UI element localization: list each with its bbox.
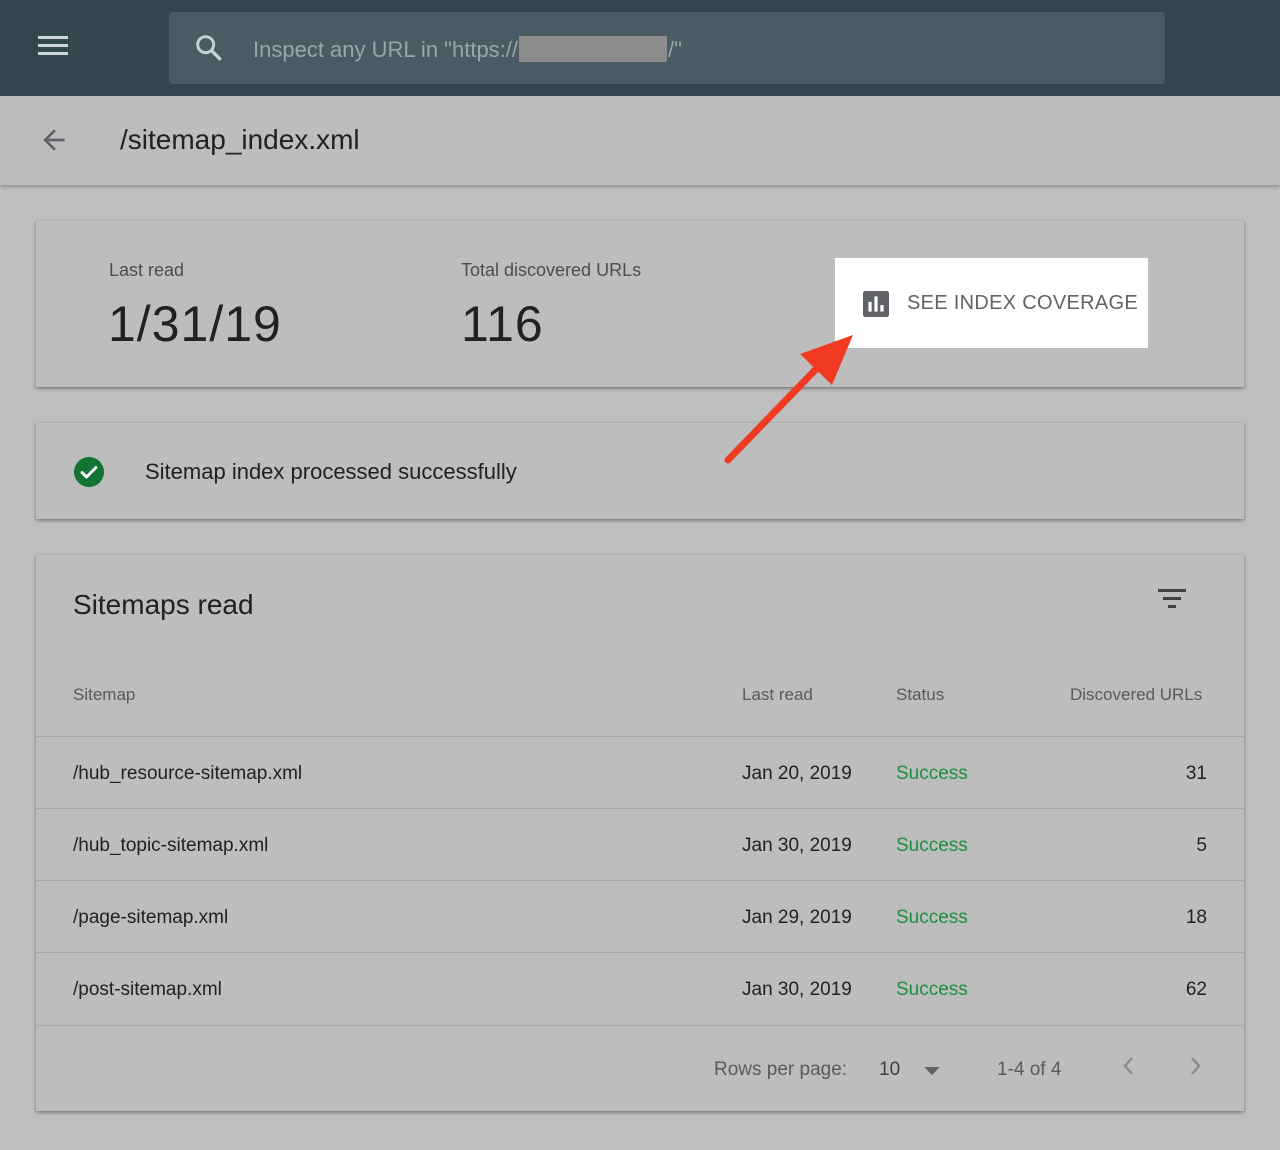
urls-cell: 31 xyxy=(1185,763,1207,784)
summary-card: Last read 1/31/19 Total discovered URLs … xyxy=(36,221,1244,387)
url-inspection-search[interactable]: Inspect any URL in "https:///" xyxy=(169,12,1165,84)
urls-cell: 62 xyxy=(1185,979,1207,1000)
rows-per-page-label: Rows per page: xyxy=(714,1059,848,1080)
sitemaps-read-card: Sitemaps read Sitemap Last read Status D… xyxy=(36,555,1244,1111)
last-read-label: Last read xyxy=(109,260,185,280)
table-footer-divider xyxy=(36,1025,1244,1026)
dropdown-arrow-icon[interactable] xyxy=(922,1063,942,1077)
filter-icon[interactable] xyxy=(1156,585,1188,613)
status-cell: Success xyxy=(896,907,968,928)
sitemap-cell: /hub_resource-sitemap.xml xyxy=(73,763,303,784)
urls-cell: 5 xyxy=(1196,835,1207,856)
table-row[interactable]: /page-sitemap.xml Jan 29, 2019 Success 1… xyxy=(36,880,1244,952)
see-index-coverage-label: SEE INDEX COVERAGE xyxy=(907,292,1139,314)
success-check-icon xyxy=(74,457,104,487)
sitemap-cell: /page-sitemap.xml xyxy=(73,907,229,928)
last-read-cell: Jan 20, 2019 xyxy=(742,763,852,784)
page-header: /sitemap_index.xml xyxy=(0,96,1280,185)
column-header-sitemap[interactable]: Sitemap xyxy=(73,685,135,705)
total-urls-label: Total discovered URLs xyxy=(461,260,642,280)
status-message: Sitemap index processed successfully xyxy=(145,459,517,484)
status-cell: Success xyxy=(896,835,968,856)
table-row[interactable]: /post-sitemap.xml Jan 30, 2019 Success 6… xyxy=(36,952,1244,1024)
status-card: Sitemap index processed successfully xyxy=(36,423,1244,519)
search-placeholder: Inspect any URL in "https:///" xyxy=(253,36,682,62)
column-header-last-read[interactable]: Last read xyxy=(742,685,813,705)
next-page-icon[interactable] xyxy=(1186,1055,1204,1077)
column-header-status[interactable]: Status xyxy=(896,685,944,705)
last-read-cell: Jan 30, 2019 xyxy=(742,979,852,1000)
rows-per-page-select[interactable]: 10 xyxy=(879,1059,900,1081)
column-header-discovered-urls[interactable]: Discovered URLs xyxy=(1070,685,1202,705)
search-icon xyxy=(196,35,222,61)
urls-cell: 18 xyxy=(1185,907,1207,928)
redacted-domain xyxy=(519,36,668,62)
annotation-arrow-icon xyxy=(724,335,853,464)
table-row[interactable]: /hub_topic-sitemap.xml Jan 30, 2019 Succ… xyxy=(36,808,1244,880)
total-urls-value: 116 xyxy=(461,296,544,352)
sitemap-cell: /post-sitemap.xml xyxy=(73,979,222,1000)
section-title: Sitemaps read xyxy=(73,589,254,620)
last-read-value: 1/31/19 xyxy=(108,296,282,352)
page-title: /sitemap_index.xml xyxy=(120,124,360,155)
back-arrow-icon[interactable] xyxy=(38,124,70,156)
status-cell: Success xyxy=(896,979,968,1000)
last-read-cell: Jan 30, 2019 xyxy=(742,835,852,856)
last-read-cell: Jan 29, 2019 xyxy=(742,907,852,928)
previous-page-icon[interactable] xyxy=(1120,1055,1138,1077)
top-app-bar: Inspect any URL in "https:///" xyxy=(0,0,1280,96)
sitemap-cell: /hub_topic-sitemap.xml xyxy=(73,835,269,856)
bar-chart-icon xyxy=(863,291,889,317)
pagination-range: 1-4 of 4 xyxy=(997,1059,1062,1080)
status-cell: Success xyxy=(896,763,968,784)
hamburger-menu-icon[interactable] xyxy=(38,36,70,60)
see-index-coverage-button[interactable]: SEE INDEX COVERAGE xyxy=(835,258,1148,348)
table-row[interactable]: /hub_resource-sitemap.xml Jan 20, 2019 S… xyxy=(36,736,1244,808)
